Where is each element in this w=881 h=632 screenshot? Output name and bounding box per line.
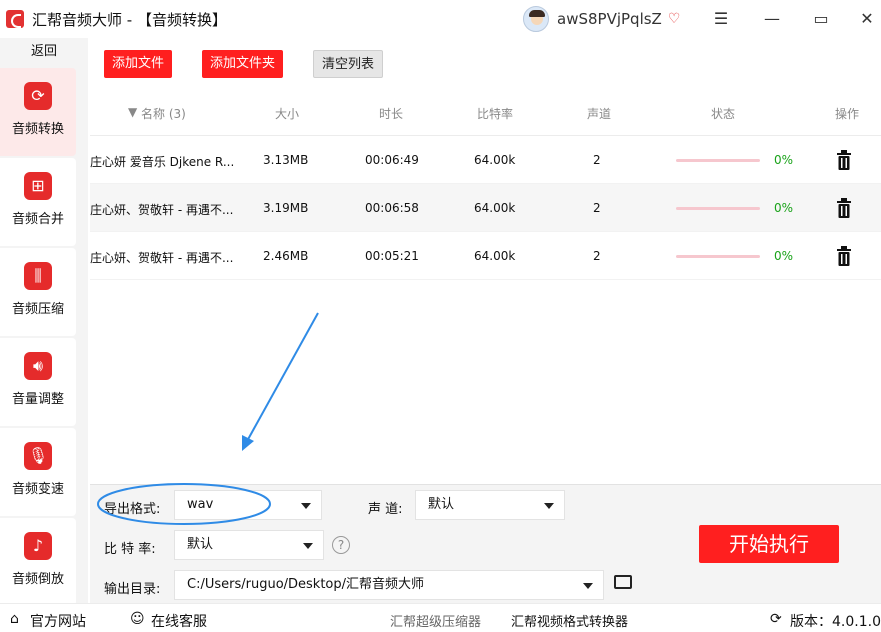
app-title: 汇帮音频大师 - 【音频转换】: [32, 10, 227, 29]
column-actions: 操作: [835, 107, 860, 121]
avatar[interactable]: [523, 6, 549, 32]
file-name: 庄心妍 爱音乐 Djkene R...: [90, 155, 235, 169]
sidebar-item-label: 音频压缩: [11, 302, 64, 317]
file-size: 3.13MB: [263, 153, 309, 167]
progress-bar: [676, 255, 760, 258]
table-header: ▼ 名称 (3) 大小 时长 比特率 声道 状态 操作: [90, 90, 881, 136]
progress-bar: [676, 207, 760, 210]
audio-compress-icon: ⫼: [24, 262, 52, 290]
website-link[interactable]: 官方网站: [30, 611, 86, 631]
progress-percent: 0%: [774, 153, 794, 167]
refresh-icon[interactable]: ⟳: [770, 611, 782, 627]
channel-label: 声 道:: [368, 502, 403, 517]
output-dir-value: C:/Users/ruguo/Desktop/汇帮音频大师: [187, 577, 425, 592]
annotation-arrow-icon: [242, 312, 319, 451]
chevron-down-icon: [583, 583, 593, 589]
channel-select[interactable]: 默认: [415, 490, 565, 520]
sidebar-item-label: 音量调整: [11, 392, 64, 407]
column-status: 状态: [711, 107, 736, 121]
progress-percent: 0%: [774, 249, 794, 263]
output-label: 输出目录:: [104, 582, 161, 597]
delete-icon[interactable]: [836, 198, 852, 218]
sidebar-item-label: 音频变速: [11, 482, 64, 497]
bitrate-select[interactable]: 默认: [174, 530, 324, 560]
column-bitrate: 比特率: [477, 107, 514, 121]
sidebar-item-volume[interactable]: 🔊︎ 音量调整: [0, 338, 76, 426]
channel-value: 默认: [428, 497, 455, 512]
audio-merge-icon: ⊞: [24, 172, 52, 200]
version-label: 版本：4.0.1.0: [790, 614, 881, 630]
speed-icon: 🎙︎: [24, 442, 52, 470]
file-name: 庄心妍、贺敬轩 - 再遇不...: [90, 203, 234, 217]
support-link[interactable]: 在线客服: [151, 611, 207, 631]
minimize-button[interactable]: —: [762, 9, 782, 28]
column-duration: 时长: [379, 107, 404, 121]
sort-desc-icon[interactable]: ▼: [128, 105, 137, 119]
file-duration: 00:06:58: [365, 201, 419, 215]
help-icon[interactable]: ?: [332, 536, 350, 554]
progress-percent: 0%: [774, 201, 794, 215]
home-icon[interactable]: ⌂: [10, 611, 19, 627]
audio-convert-icon: ⟳: [24, 82, 52, 110]
highlight-ellipse: [97, 483, 271, 525]
table-row[interactable]: 庄心妍 爱音乐 Djkene R... 3.13MB 00:06:49 64.0…: [90, 136, 881, 184]
file-table: ▼ 名称 (3) 大小 时长 比特率 声道 状态 操作 庄心妍 爱音乐 Djke…: [90, 90, 881, 280]
file-size: 3.19MB: [263, 201, 309, 215]
start-button[interactable]: 开始执行: [699, 525, 839, 563]
file-channels: 2: [593, 201, 601, 215]
volume-icon: 🔊︎: [24, 352, 52, 380]
sidebar-item-speed[interactable]: 🎙︎ 音频变速: [0, 428, 76, 516]
chevron-down-icon: [301, 503, 311, 509]
maximize-button[interactable]: ▭: [811, 9, 831, 28]
delete-icon[interactable]: [836, 246, 852, 266]
output-dir-select[interactable]: C:/Users/ruguo/Desktop/汇帮音频大师: [174, 570, 604, 600]
bitrate-value: 默认: [187, 537, 214, 552]
file-channels: 2: [593, 153, 601, 167]
chevron-down-icon: [303, 543, 313, 549]
username[interactable]: awS8PVjPqlsZ: [557, 10, 662, 28]
video-converter-link[interactable]: 汇帮视频格式转换器: [511, 611, 628, 630]
column-size: 大小: [275, 107, 300, 121]
progress-bar: [676, 159, 760, 162]
file-bitrate: 64.00k: [474, 201, 516, 215]
user-profile[interactable]: awS8PVjPqlsZ ♡: [523, 6, 680, 32]
clear-list-button[interactable]: 清空列表: [313, 50, 384, 78]
sidebar-item-label: 音频倒放: [11, 572, 64, 587]
sidebar-item-audio-merge[interactable]: ⊞ 音频合并: [0, 158, 76, 246]
column-channels: 声道: [587, 107, 612, 121]
chevron-down-icon: [544, 503, 554, 509]
file-duration: 00:05:21: [365, 249, 419, 263]
file-channels: 2: [593, 249, 601, 263]
sidebar-item-label: 音频转换: [11, 122, 64, 137]
title-bar: 汇帮音频大师 - 【音频转换】 awS8PVjPqlsZ ♡ ☰ — ▭ ✕: [0, 0, 881, 38]
add-file-button[interactable]: 添加文件: [104, 50, 173, 78]
delete-icon[interactable]: [836, 150, 852, 170]
sidebar-item-reverse[interactable]: ♪ 音频倒放: [0, 518, 76, 606]
table-row[interactable]: 庄心妍、贺敬轩 - 再遇不... 3.19MB 00:06:58 64.00k …: [90, 184, 881, 232]
reverse-icon: ♪: [24, 532, 52, 560]
sidebar-item-label: 音频合并: [11, 212, 64, 227]
status-bar: ⌂ 官方网站 ☺ 在线客服 汇帮超级压缩器 汇帮视频格式转换器 ⟳ 版本：4.0…: [0, 603, 881, 632]
close-button[interactable]: ✕: [857, 9, 877, 28]
file-bitrate: 64.00k: [474, 249, 516, 263]
table-row[interactable]: 庄心妍、贺敬轩 - 再遇不... 2.46MB 00:05:21 64.00k …: [90, 232, 881, 280]
file-duration: 00:06:49: [365, 153, 419, 167]
compressor-link[interactable]: 汇帮超级压缩器: [390, 611, 481, 630]
column-name[interactable]: 名称 (3): [141, 105, 186, 122]
settings-panel: 导出格式: wav 声 道: 默认 比 特 率: 默认 ? 输出目录: C:/U…: [90, 483, 881, 603]
bitrate-label: 比 特 率:: [104, 542, 156, 557]
support-icon[interactable]: ☺: [130, 611, 145, 627]
back-button[interactable]: 返回: [0, 38, 88, 66]
app-logo-icon: [6, 10, 24, 28]
file-name: 庄心妍、贺敬轩 - 再遇不...: [90, 251, 234, 265]
vip-badge-icon[interactable]: ♡: [668, 11, 681, 27]
sidebar-item-audio-compress[interactable]: ⫼ 音频压缩: [0, 248, 76, 336]
sidebar: 返回 ⟳ 音频转换 ⊞ 音频合并 ⫼ 音频压缩 🔊︎ 音量调整 🎙︎ 音频变速 …: [0, 38, 88, 606]
folder-open-icon[interactable]: [614, 575, 632, 589]
sidebar-item-audio-convert[interactable]: ⟳ 音频转换: [0, 68, 76, 156]
menu-icon[interactable]: ☰: [711, 9, 731, 28]
file-bitrate: 64.00k: [474, 153, 516, 167]
add-folder-button[interactable]: 添加文件夹: [202, 50, 284, 78]
file-size: 2.46MB: [263, 249, 309, 263]
